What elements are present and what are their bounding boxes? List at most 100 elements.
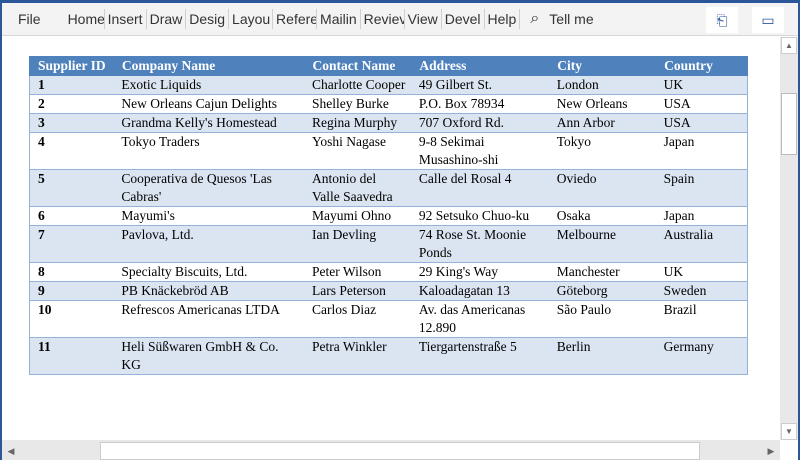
table-cell[interactable]: Spain bbox=[655, 169, 748, 207]
tab-desig[interactable]: Desig bbox=[186, 9, 230, 29]
table-cell[interactable]: P.O. Box 78934 bbox=[410, 94, 549, 114]
table-cell[interactable]: 11 bbox=[29, 337, 114, 375]
column-header: Country bbox=[655, 56, 748, 76]
table-cell[interactable]: 9-8 Sekimai Musashino-shi bbox=[410, 132, 549, 170]
table-cell[interactable]: 1 bbox=[29, 75, 114, 95]
table-cell[interactable]: Australia bbox=[655, 225, 748, 263]
table-cell[interactable]: 8 bbox=[29, 262, 114, 282]
table-cell[interactable]: 9 bbox=[29, 281, 114, 301]
tab-devel[interactable]: Devel bbox=[442, 9, 485, 29]
table-row: 5 Cooperativa de Quesos 'Las Cabras' Anton… bbox=[29, 169, 748, 207]
table-cell[interactable]: 4 bbox=[29, 132, 114, 170]
table-cell[interactable]: Tokyo Traders bbox=[113, 132, 305, 170]
table-cell[interactable]: Peter Wilson bbox=[304, 262, 411, 282]
table-cell[interactable]: Melbourne bbox=[548, 225, 656, 263]
table-cell[interactable]: Av. das Americanas 12.890 bbox=[410, 300, 549, 338]
table-cell[interactable]: Germany bbox=[655, 337, 748, 375]
share-button[interactable]: ⎗ bbox=[706, 7, 738, 33]
comments-button[interactable]: ▭ bbox=[752, 7, 784, 33]
table-cell[interactable]: Mayumi's bbox=[113, 206, 305, 226]
table-cell[interactable]: Manchester bbox=[548, 262, 656, 282]
table-cell[interactable]: Japan bbox=[655, 206, 748, 226]
table-cell[interactable]: Yoshi Nagase bbox=[304, 132, 411, 170]
tab-insert[interactable]: Insert bbox=[105, 9, 147, 29]
tab-draw[interactable]: Draw bbox=[147, 9, 187, 29]
table-cell[interactable]: New Orleans bbox=[548, 94, 656, 114]
document-area[interactable]: Supplier ID Company Name Contact Name Addre… bbox=[2, 37, 780, 440]
table-cell[interactable]: Brazil bbox=[655, 300, 748, 338]
table-cell[interactable]: Berlin bbox=[548, 337, 656, 375]
vertical-scroll-thumb[interactable] bbox=[781, 93, 797, 155]
horizontal-scrollbar[interactable]: ◀ ▶ bbox=[2, 440, 780, 460]
table-cell[interactable]: Ian Devling bbox=[304, 225, 411, 263]
table-row: 9 PB Knäckebröd AB Lars Peterson Kaloadagat… bbox=[29, 281, 748, 301]
tab-help[interactable]: Help bbox=[485, 9, 521, 29]
table-cell[interactable]: Oviedo bbox=[548, 169, 656, 207]
tab-reviev[interactable]: Reviev bbox=[361, 9, 405, 29]
table-cell[interactable]: Carlos Diaz bbox=[304, 300, 411, 338]
vertical-scrollbar[interactable]: ▲ ▼ bbox=[780, 37, 798, 440]
table-cell[interactable]: Pavlova, Ltd. bbox=[113, 225, 305, 263]
table-cell[interactable]: Kaloadagatan 13 bbox=[410, 281, 549, 301]
table-cell[interactable]: New Orleans Cajun Delights bbox=[113, 94, 305, 114]
table-cell[interactable]: Calle del Rosal 4 bbox=[410, 169, 549, 207]
table-cell[interactable]: Antonio del Valle Saavedra bbox=[304, 169, 411, 207]
table-cell[interactable]: 92 Setsuko Chuo-ku bbox=[410, 206, 549, 226]
table-cell[interactable]: 2 bbox=[29, 94, 114, 114]
table-cell[interactable]: Heli Süßwaren GmbH & Co. KG bbox=[113, 337, 305, 375]
table-cell[interactable]: USA bbox=[655, 94, 748, 114]
column-header: Company Name bbox=[112, 56, 305, 76]
table-row: 1 Exotic Liquids Charlotte Cooper 49 Gilber… bbox=[29, 75, 748, 95]
table-cell[interactable]: Tokyo bbox=[548, 132, 656, 170]
tab-layou[interactable]: Layou bbox=[229, 9, 274, 29]
table-cell[interactable]: 74 Rose St. Moonie Ponds bbox=[410, 225, 549, 263]
table-cell[interactable]: Mayumi Ohno bbox=[304, 206, 411, 226]
scroll-right-icon[interactable]: ▶ bbox=[764, 442, 778, 460]
table-cell[interactable]: 3 bbox=[29, 113, 114, 133]
comment-icon: ▭ bbox=[761, 11, 775, 28]
table-cell[interactable]: Refrescos Americanas LTDA bbox=[113, 300, 305, 338]
table-cell[interactable]: 29 King's Way bbox=[410, 262, 549, 282]
table-row: 4 Tokyo Traders Yoshi Nagase 9-8 Sekimai Mu… bbox=[29, 132, 748, 170]
tab-mailin[interactable]: Mailin bbox=[317, 9, 361, 29]
table-cell[interactable]: Cooperativa de Quesos 'Las Cabras' bbox=[113, 169, 305, 207]
table-cell[interactable]: Japan bbox=[655, 132, 748, 170]
share-icon: ⎗ bbox=[716, 11, 728, 28]
table-row: 10 Refrescos Americanas LTDA Carlos Diaz Av… bbox=[29, 300, 748, 338]
table-cell[interactable]: UK bbox=[655, 75, 748, 95]
table-cell[interactable]: Petra Winkler bbox=[304, 337, 411, 375]
table-cell[interactable]: 10 bbox=[29, 300, 114, 338]
tab-view[interactable]: View bbox=[405, 9, 442, 29]
tab-home[interactable]: Home bbox=[65, 9, 105, 29]
table-cell[interactable]: London bbox=[548, 75, 656, 95]
tell-me-search[interactable]: ⌕ Tell me bbox=[530, 10, 593, 28]
table-cell[interactable]: Regina Murphy bbox=[304, 113, 411, 133]
tab-refere[interactable]: Refere bbox=[273, 9, 318, 29]
tab-file[interactable]: File bbox=[18, 9, 41, 29]
table-cell[interactable]: Charlotte Cooper bbox=[304, 75, 411, 95]
table-cell[interactable]: Göteborg bbox=[548, 281, 656, 301]
table-row: 8 Specialty Biscuits, Ltd. Peter Wilson 29 … bbox=[29, 262, 748, 282]
table-cell[interactable]: 5 bbox=[29, 169, 114, 207]
table-cell[interactable]: Grandma Kelly's Homestead bbox=[113, 113, 305, 133]
table-cell[interactable]: PB Knäckebröd AB bbox=[113, 281, 305, 301]
table-cell[interactable]: 6 bbox=[29, 206, 114, 226]
table-cell[interactable]: Osaka bbox=[548, 206, 656, 226]
table-cell[interactable]: Lars Peterson bbox=[304, 281, 411, 301]
table-cell[interactable]: 707 Oxford Rd. bbox=[410, 113, 549, 133]
table-cell[interactable]: USA bbox=[655, 113, 748, 133]
table-cell[interactable]: Tiergartenstraße 5 bbox=[410, 337, 549, 375]
table-cell[interactable]: Ann Arbor bbox=[548, 113, 656, 133]
table-cell[interactable]: UK bbox=[655, 262, 748, 282]
table-cell[interactable]: Specialty Biscuits, Ltd. bbox=[113, 262, 305, 282]
table-cell[interactable]: Sweden bbox=[655, 281, 748, 301]
table-cell[interactable]: São Paulo bbox=[548, 300, 656, 338]
table-cell[interactable]: Shelley Burke bbox=[304, 94, 411, 114]
horizontal-scroll-thumb[interactable] bbox=[100, 442, 700, 460]
table-cell[interactable]: 49 Gilbert St. bbox=[410, 75, 549, 95]
table-cell[interactable]: Exotic Liquids bbox=[113, 75, 305, 95]
scroll-up-icon[interactable]: ▲ bbox=[781, 37, 797, 54]
table-cell[interactable]: 7 bbox=[29, 225, 114, 263]
scroll-down-icon[interactable]: ▼ bbox=[781, 423, 797, 440]
scroll-left-icon[interactable]: ◀ bbox=[4, 442, 18, 460]
